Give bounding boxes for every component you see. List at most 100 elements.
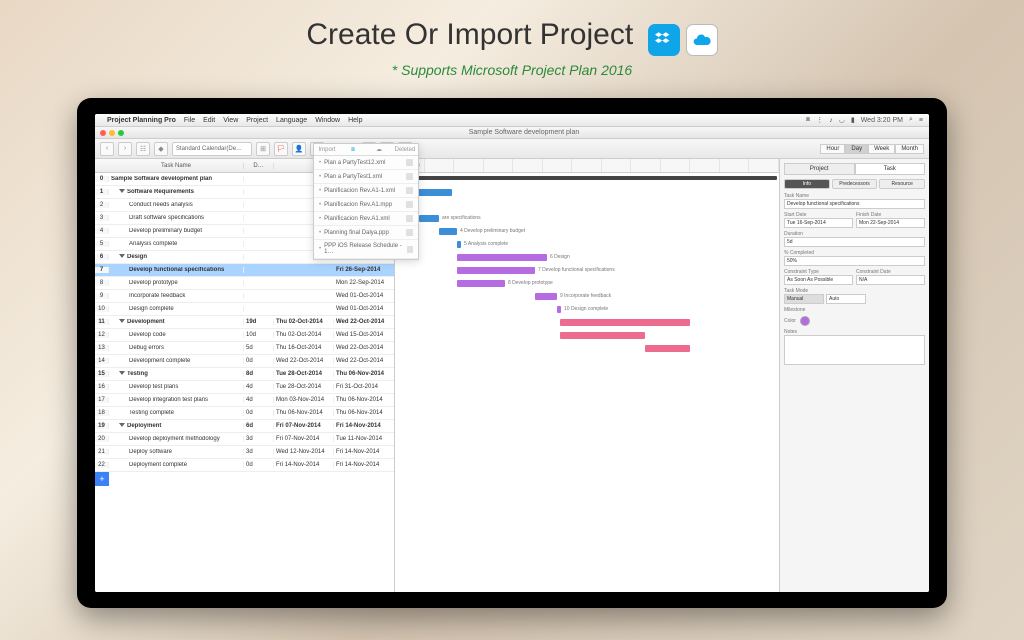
dropdown-item[interactable]: Planificacion Rev.A1.xml: [314, 212, 418, 226]
zoom-week[interactable]: Week: [868, 144, 895, 154]
gantt-bar[interactable]: [439, 228, 457, 235]
row-name[interactable]: Develop code: [109, 332, 244, 338]
row-name[interactable]: Testing complete: [109, 410, 244, 416]
battery-icon[interactable]: ▮: [851, 116, 855, 124]
row-finish[interactable]: Thu 06-Nov-2014: [334, 371, 394, 377]
table-row[interactable]: 16 Develop test plans 4d Tue 28-Oct-2014…: [95, 381, 394, 394]
menu-language[interactable]: Language: [276, 117, 307, 124]
row-finish[interactable]: Fri 14-Nov-2014: [334, 449, 394, 455]
row-finish[interactable]: Thu 06-Nov-2014: [334, 410, 394, 416]
gantt-bar[interactable]: [535, 293, 557, 300]
gantt-bar[interactable]: [397, 176, 777, 180]
app-name[interactable]: Project Planning Pro: [107, 117, 176, 124]
gantt-chart[interactable]: Sep 2014 0 Sample Software d…are specifi…: [395, 159, 779, 592]
row-name[interactable]: Development: [109, 319, 244, 325]
zoom-day[interactable]: Day: [845, 144, 868, 154]
dd-tab-import[interactable]: Import: [314, 144, 340, 155]
row-name[interactable]: Testing: [109, 371, 244, 377]
table-row[interactable]: 14 Development complete 0d Wed 22-Oct-20…: [95, 355, 394, 368]
finish-date-input[interactable]: Mon 22-Sep-2014: [856, 218, 925, 228]
table-row[interactable]: 8 Develop prototype Mon 22-Sep-2014: [95, 277, 394, 290]
dropdown-item[interactable]: Planificacion Rev.A1-1.xml: [314, 184, 418, 198]
menu-edit[interactable]: Edit: [203, 117, 215, 124]
row-name[interactable]: Deploy software: [109, 449, 244, 455]
menu-help[interactable]: Help: [348, 117, 362, 124]
row-name[interactable]: Debug errors: [109, 345, 244, 351]
row-finish[interactable]: Wed 22-Oct-2014: [334, 345, 394, 351]
row-duration[interactable]: 3d: [244, 449, 274, 455]
row-start[interactable]: Fri 14-Nov-2014: [274, 462, 334, 468]
row-duration[interactable]: 3d: [244, 436, 274, 442]
start-date-input[interactable]: Tue 16-Sep-2014: [784, 218, 853, 228]
volume-icon[interactable]: ♪: [829, 117, 833, 124]
row-name[interactable]: Develop preliminary budget: [109, 228, 244, 234]
dd-tab-deleted[interactable]: Deleted: [392, 144, 418, 155]
dd-tab-dropbox[interactable]: ⧈: [340, 144, 366, 155]
gantt-bar[interactable]: [419, 215, 439, 222]
row-finish[interactable]: Wed 01-Oct-2014: [334, 293, 394, 299]
table-row[interactable]: 19 Deployment 6d Fri 07-Nov-2014 Fri 14-…: [95, 420, 394, 433]
row-name[interactable]: Design: [109, 254, 244, 260]
zoom-month[interactable]: Month: [895, 144, 924, 154]
toolbar-btn[interactable]: 🏳: [274, 142, 288, 156]
row-name[interactable]: Development complete: [109, 358, 244, 364]
wifi-icon[interactable]: ⋮: [816, 116, 823, 124]
row-name[interactable]: Draft software specifications: [109, 215, 244, 221]
constraint-date-input[interactable]: N/A: [856, 275, 925, 285]
row-name[interactable]: Develop prototype: [109, 280, 244, 286]
row-start[interactable]: Mon 03-Nov-2014: [274, 397, 334, 403]
subtab-resource[interactable]: Resource: [879, 179, 925, 189]
table-row[interactable]: 18 Testing complete 0d Thu 06-Nov-2014 T…: [95, 407, 394, 420]
row-duration[interactable]: 0d: [244, 462, 274, 468]
row-finish[interactable]: Wed 22-Oct-2014: [334, 358, 394, 364]
row-finish[interactable]: Wed 15-Oct-2014: [334, 332, 394, 338]
table-row[interactable]: 17 Develop integration test plans 4d Mon…: [95, 394, 394, 407]
row-name[interactable]: Sample Software development plan: [109, 176, 244, 182]
search-icon[interactable]: ⌕: [909, 116, 913, 124]
col-name[interactable]: Task Name: [109, 163, 244, 169]
dropdown-item[interactable]: Plan a PartyTest1.xml: [314, 170, 418, 184]
add-task-button[interactable]: +: [95, 472, 109, 486]
row-finish[interactable]: Wed 22-Oct-2014: [334, 319, 394, 325]
notes-input[interactable]: [784, 335, 925, 365]
gantt-bar[interactable]: [457, 280, 505, 287]
row-name[interactable]: Deployment complete: [109, 462, 244, 468]
toolbar-btn[interactable]: ◆: [154, 142, 168, 156]
gantt-bar[interactable]: [457, 241, 461, 248]
row-duration[interactable]: 4d: [244, 397, 274, 403]
wifi-signal-icon[interactable]: ◡: [839, 116, 845, 124]
row-name[interactable]: Analysis complete: [109, 241, 244, 247]
calendar-select[interactable]: Standard Calendar(De…: [172, 142, 252, 156]
tab-task[interactable]: Task: [855, 163, 926, 175]
row-name[interactable]: Develop deployment methodology: [109, 436, 244, 442]
row-start[interactable]: Tue 28-Oct-2014: [274, 384, 334, 390]
gantt-bar[interactable]: [560, 319, 690, 326]
tab-project[interactable]: Project: [784, 163, 855, 175]
row-finish[interactable]: Wed 01-Oct-2014: [334, 306, 394, 312]
dd-tab-icloud[interactable]: ☁: [366, 144, 392, 155]
row-name[interactable]: Design complete: [109, 306, 244, 312]
dropdown-item[interactable]: Plan a PartyTest12.xml: [314, 156, 418, 170]
color-swatch[interactable]: [800, 316, 810, 326]
dropdown-item[interactable]: PPP iOS Release Schedule - 1…: [314, 240, 418, 259]
row-name[interactable]: Software Requirements: [109, 189, 244, 195]
row-finish[interactable]: Tue 11-Nov-2014: [334, 436, 394, 442]
row-duration[interactable]: 5d: [244, 345, 274, 351]
row-start[interactable]: Wed 22-Oct-2014: [274, 358, 334, 364]
row-start[interactable]: Wed 12-Nov-2014: [274, 449, 334, 455]
col-duration[interactable]: D…: [244, 163, 274, 169]
row-duration[interactable]: 8d: [244, 371, 274, 377]
toolbar-btn[interactable]: 👤: [292, 142, 306, 156]
toolbar-btn[interactable]: ⊞: [256, 142, 270, 156]
table-row[interactable]: 20 Develop deployment methodology 3d Fri…: [95, 433, 394, 446]
menu-extras-icon[interactable]: ≡: [919, 117, 923, 124]
row-finish[interactable]: Fri 14-Nov-2014: [334, 423, 394, 429]
gantt-bar[interactable]: [645, 345, 690, 352]
dropbox-status-icon[interactable]: ⧈: [806, 116, 810, 124]
row-start[interactable]: Thu 02-Oct-2014: [274, 319, 334, 325]
row-duration[interactable]: 4d: [244, 384, 274, 390]
constraint-type-input[interactable]: As Soon As Possible: [784, 275, 853, 285]
row-name[interactable]: Deployment: [109, 423, 244, 429]
nav-back-button[interactable]: ‹: [100, 142, 114, 156]
table-row[interactable]: 9 Incorporate feedback Wed 01-Oct-2014: [95, 290, 394, 303]
